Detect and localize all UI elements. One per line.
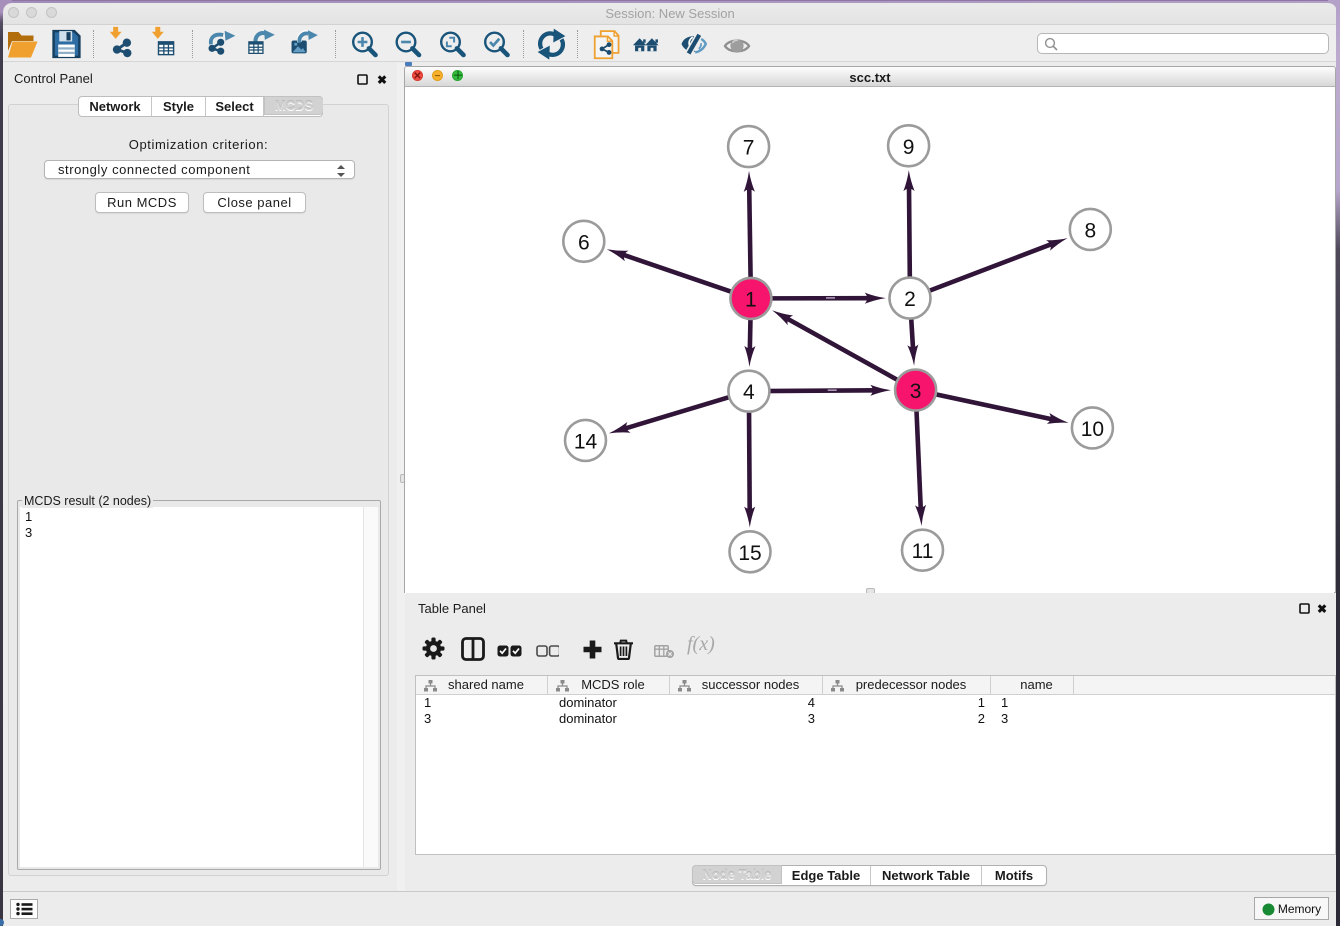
svg-text:4: 4 (743, 381, 755, 404)
svg-text:3: 3 (910, 380, 922, 403)
svg-text:1: 1 (745, 288, 757, 311)
svg-text:14: 14 (574, 430, 598, 453)
svg-text:7: 7 (743, 137, 755, 160)
svg-text:11: 11 (912, 540, 934, 563)
svg-text:9: 9 (903, 136, 915, 159)
svg-text:10: 10 (1081, 418, 1104, 441)
svg-text:15: 15 (738, 542, 761, 565)
svg-text:6: 6 (578, 231, 590, 254)
svg-text:2: 2 (904, 288, 916, 311)
svg-text:8: 8 (1084, 219, 1096, 242)
